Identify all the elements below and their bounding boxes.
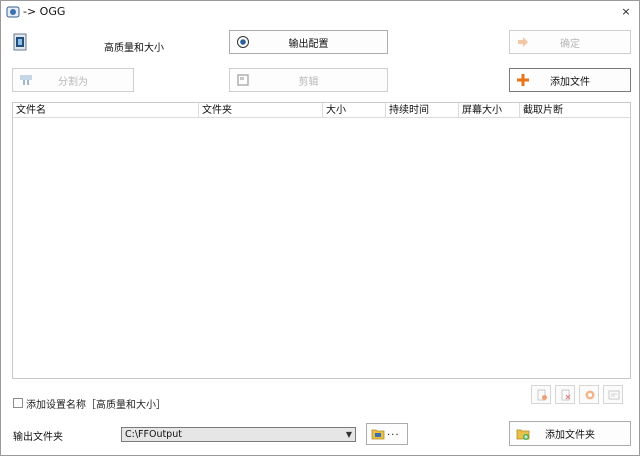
output-folder-combo[interactable]: C:\FFOutput ▼ xyxy=(121,427,356,442)
column-header-screen-size[interactable]: 屏幕大小 xyxy=(459,103,520,118)
clear-list-icon xyxy=(561,389,571,401)
profile-icon xyxy=(13,33,27,51)
append-setting-checkbox[interactable] xyxy=(13,398,23,408)
chevron-down-icon[interactable]: ▼ xyxy=(346,428,352,441)
column-header-size[interactable]: 大小 xyxy=(323,103,386,118)
info-button[interactable] xyxy=(603,385,623,404)
append-setting-label[interactable]: 添加设置名称［高质量和大小］ xyxy=(26,396,166,411)
clip-label: 剪辑 xyxy=(298,76,319,88)
title-bar: -> OGG × xyxy=(1,1,639,23)
ok-label: 确定 xyxy=(560,38,580,50)
column-header-folder[interactable]: 文件夹 xyxy=(199,103,323,118)
close-button[interactable]: × xyxy=(617,3,635,20)
split-button[interactable]: 分割为 xyxy=(12,68,134,92)
ok-button[interactable]: 确定 xyxy=(509,30,631,54)
clear-list-button[interactable] xyxy=(555,385,575,404)
add-folder-button[interactable]: 添加文件夹 xyxy=(509,421,631,446)
column-header-filename[interactable]: 文件名 xyxy=(13,103,199,118)
column-header-clip[interactable]: 截取片断 xyxy=(520,103,630,118)
add-file-button[interactable]: 添加文件 xyxy=(509,68,631,92)
remove-file-icon xyxy=(537,389,547,401)
browse-folder-button[interactable]: ... xyxy=(366,423,408,445)
folder-icon xyxy=(371,429,385,440)
column-header-duration[interactable]: 持续时间 xyxy=(386,103,459,118)
info-icon xyxy=(608,390,620,400)
app-window: -> OGG × 高质量和大小 输出配置 确定 分割为 剪辑 添加文件 文件名 … xyxy=(0,0,640,456)
file-list-header: 文件名 文件夹 大小 持续时间 屏幕大小 截取片断 xyxy=(13,103,630,118)
play-icon xyxy=(585,390,595,400)
play-button[interactable] xyxy=(579,385,599,404)
file-list[interactable]: 文件名 文件夹 大小 持续时间 屏幕大小 截取片断 xyxy=(12,102,631,379)
output-config-label: 输出配置 xyxy=(288,38,329,50)
app-icon xyxy=(6,6,20,18)
add-file-label: 添加文件 xyxy=(550,76,590,88)
remove-file-button[interactable] xyxy=(531,385,551,404)
window-title: -> OGG xyxy=(23,5,66,18)
output-config-button[interactable]: 输出配置 xyxy=(229,30,388,54)
browse-label: ... xyxy=(387,427,400,438)
clip-button[interactable]: 剪辑 xyxy=(229,68,388,92)
output-folder-label: 输出文件夹 xyxy=(13,432,63,443)
profile-label: 高质量和大小 xyxy=(104,43,164,54)
add-folder-label: 添加文件夹 xyxy=(545,430,595,441)
output-folder-value: C:\FFOutput xyxy=(125,429,182,440)
split-label: 分割为 xyxy=(58,76,88,88)
